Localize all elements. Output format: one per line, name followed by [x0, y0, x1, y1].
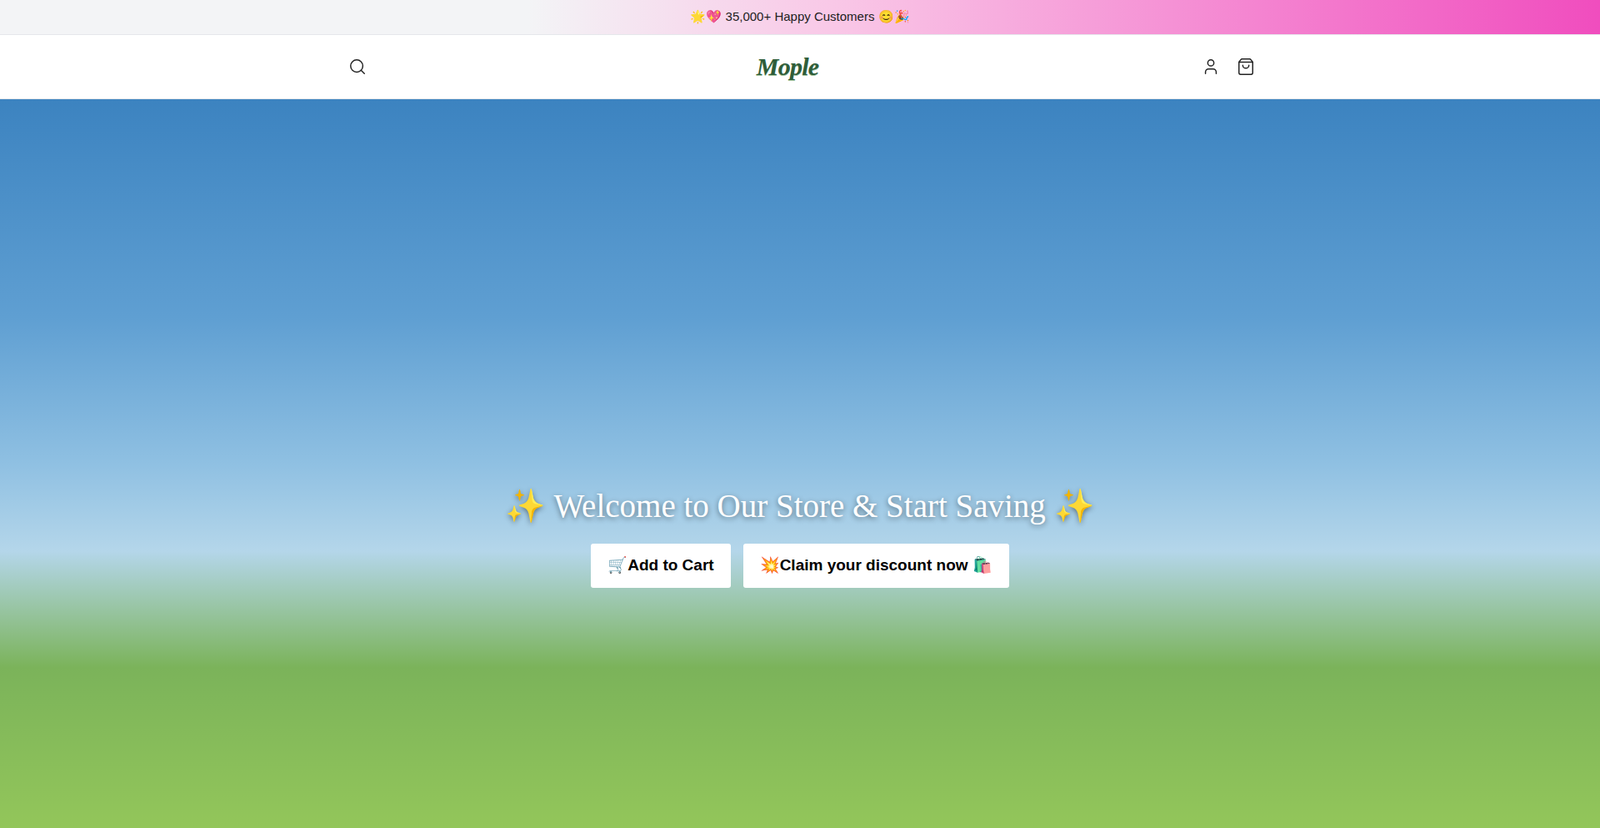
hero-buttons: 🛒Add to Cart 💥Claim your discount now 🛍️: [590, 543, 1010, 588]
hero-button[interactable]: 💥Claim your discount now 🛍️: [743, 543, 1010, 588]
cart-icon: [1236, 57, 1255, 76]
hero-button[interactable]: 🛒Add to Cart: [590, 543, 730, 588]
header-inner: Mople: [341, 50, 1259, 83]
account-icon: [1201, 57, 1220, 76]
announcement-text: 🌟💖 35,000+ Happy Customers 😊🎉: [690, 7, 910, 27]
account-button[interactable]: [1198, 54, 1224, 80]
cart-button[interactable]: [1233, 54, 1259, 80]
search-button[interactable]: [341, 50, 392, 83]
page: 🌟💖 35,000+ Happy Customers 😊🎉 Mople ✨ Welc…: [0, 0, 1600, 828]
site-header: Mople: [0, 34, 1600, 100]
announcement-bar: 🌟💖 35,000+ Happy Customers 😊🎉: [0, 0, 1600, 35]
hero: ✨ Welcome to Our Store & Start Saving ✨ 🛒…: [0, 99, 1600, 828]
hero-heading: ✨ Welcome to Our Store & Start Saving ✨: [491, 485, 1108, 527]
header-actions: [1183, 54, 1259, 80]
search-icon: [348, 57, 367, 76]
logo[interactable]: Mople: [756, 54, 820, 80]
